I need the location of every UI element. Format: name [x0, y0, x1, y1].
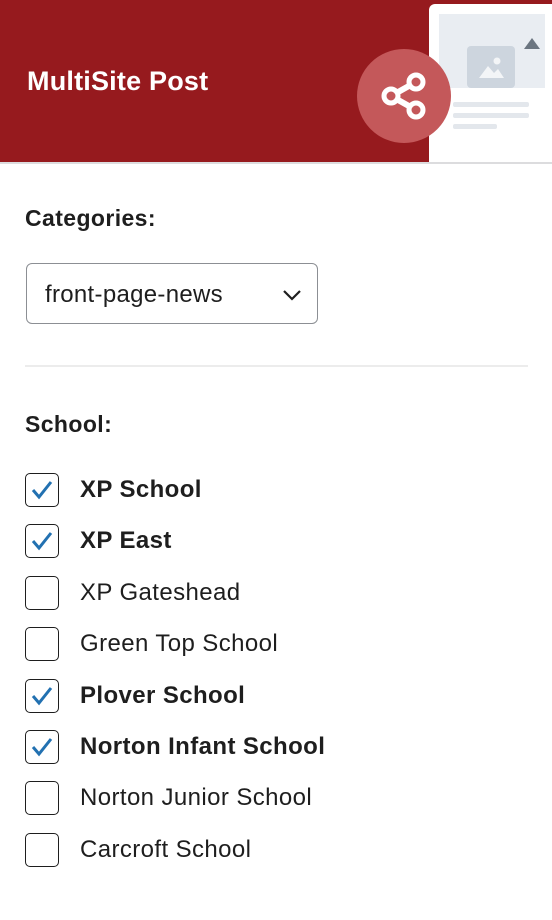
checkmark-icon — [31, 686, 53, 705]
school-item[interactable]: Norton Infant School — [0, 729, 552, 780]
school-item[interactable]: Carcroft School — [0, 832, 552, 883]
category-select[interactable]: front-page-news — [26, 263, 318, 324]
school-name: Green Top School — [80, 630, 279, 658]
school-item[interactable]: XP School — [0, 472, 552, 523]
checkmark-icon — [31, 738, 53, 757]
checkbox-unchecked[interactable] — [25, 575, 59, 610]
school-item[interactable]: Plover School — [0, 678, 552, 729]
school-item[interactable]: XP East — [0, 523, 552, 574]
school-item[interactable]: Norton Junior School — [0, 780, 552, 831]
school-name: Norton Infant School — [80, 732, 326, 760]
checkbox-unchecked[interactable] — [25, 832, 59, 867]
panel-title: MultiSite Post — [27, 66, 209, 96]
checkmark-icon — [31, 532, 53, 551]
checkbox-checked[interactable] — [25, 524, 59, 559]
school-name: Carcroft School — [80, 835, 252, 863]
category-select-value: front-page-news — [45, 281, 223, 308]
school-name: XP Gateshead — [80, 578, 241, 606]
checkbox-checked[interactable] — [25, 473, 59, 507]
checkbox-checked[interactable] — [25, 678, 59, 713]
school-name: XP East — [80, 527, 172, 555]
checkmark-icon — [31, 481, 53, 500]
checkbox-unchecked[interactable] — [25, 781, 59, 816]
categories-label: Categories: — [25, 205, 156, 231]
checkbox-checked[interactable] — [25, 729, 59, 764]
section-divider — [25, 365, 528, 367]
chevron-down-icon — [283, 290, 301, 301]
school-name: XP School — [80, 476, 202, 503]
share-icon — [381, 72, 426, 120]
school-item[interactable]: Green Top School — [0, 626, 552, 677]
school-label: School: — [25, 411, 113, 437]
share-badge[interactable] — [357, 49, 451, 143]
school-list: XP School XP East XP Gateshead Green Top Sc… — [0, 472, 552, 883]
school-name: Plover School — [80, 681, 246, 709]
school-item[interactable]: XP Gateshead — [0, 575, 552, 626]
panel-header: MultiSite Post — [0, 0, 552, 164]
checkbox-unchecked[interactable] — [25, 627, 59, 662]
school-name: Norton Junior School — [80, 784, 313, 812]
